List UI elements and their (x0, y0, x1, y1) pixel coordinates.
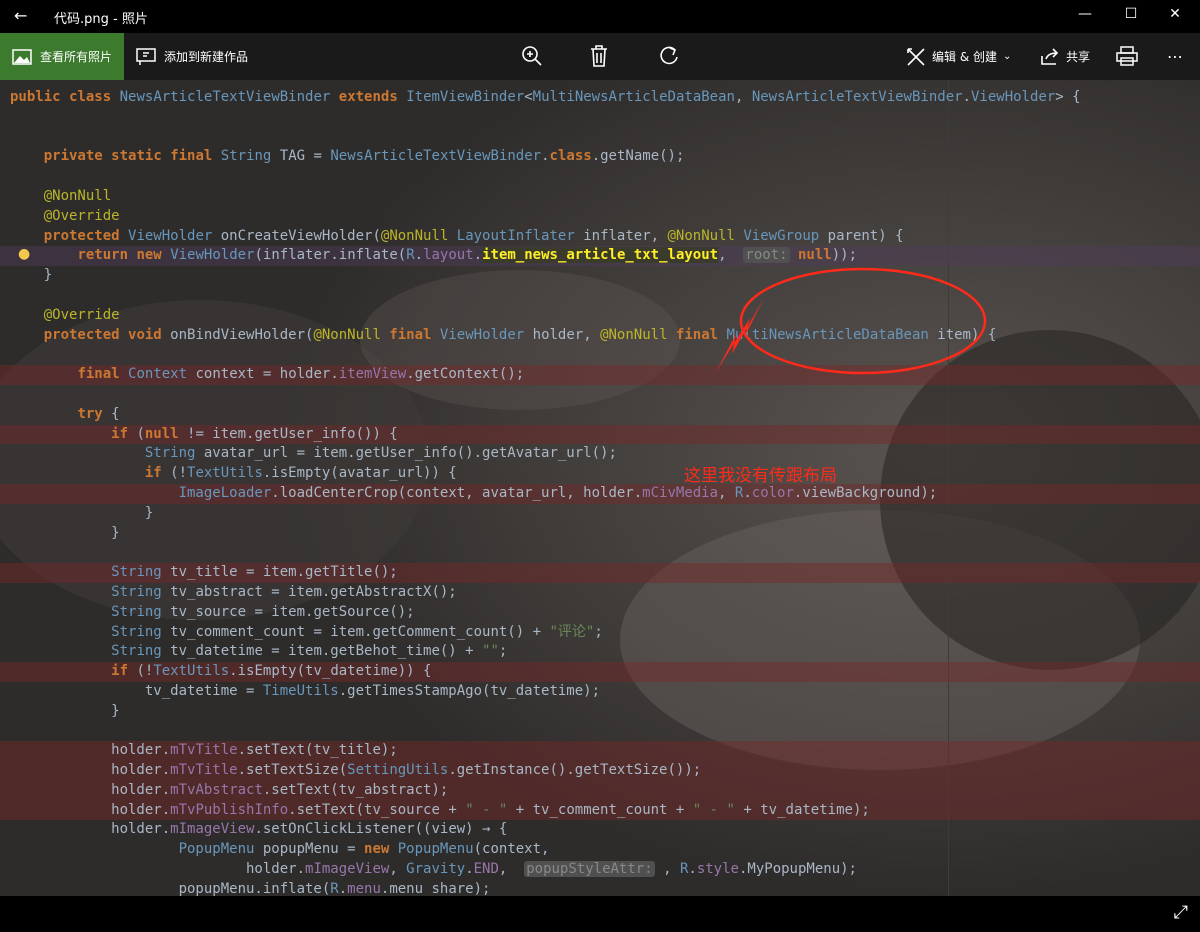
edit-tools-icon (907, 47, 925, 66)
code-line: protected void onBindViewHolder(@NonNull… (43, 326, 997, 343)
code-block: public class NewsArticleTextViewBinder e… (0, 88, 1200, 896)
code-line: String avatar_url = item.getUser_info().… (144, 445, 617, 462)
lightbulb-icon: ● (18, 246, 31, 262)
rotate-icon[interactable] (656, 43, 682, 69)
annotation-note: 这里我没有传跟布局 (684, 466, 837, 486)
code-line: try { (77, 405, 120, 422)
code-line: } (10, 267, 53, 284)
code-line: final Context context = holder.itemView.… (0, 365, 1200, 385)
photo-icon (12, 48, 32, 65)
edit-create-button[interactable]: 编辑 & 创建 ⌄ (906, 33, 1011, 80)
expand-icon[interactable]: ⤢ (1174, 902, 1188, 923)
code-line: String tv_datetime = item.getBehot_time(… (111, 643, 508, 660)
print-icon[interactable] (1114, 43, 1140, 69)
window-title: 代码.png - 照片 (54, 12, 148, 27)
chevron-down-icon: ⌄ (1003, 51, 1012, 62)
code-line: holder.mTvAbstract.setText(tv_abstract); (0, 780, 1200, 801)
code-line: @Override (43, 306, 120, 323)
code-line: popupMenu.inflate(R.menu.menu_share); (10, 880, 491, 896)
code-line: @Override (43, 207, 120, 224)
more-options-icon[interactable]: ⋯ (1162, 43, 1188, 69)
code-line: } (10, 702, 120, 719)
share-label: 共享 (1066, 50, 1091, 64)
code-line: ImageLoader.loadCenterCrop(context, avat… (0, 483, 1200, 504)
code-line: String tv_title = item.getTitle(); (0, 563, 1200, 583)
code-line: tv_datetime = TimeUtils.getTimesStampAgo… (10, 682, 601, 699)
delete-icon[interactable] (586, 43, 612, 69)
code-line: private static final String TAG = NewsAr… (43, 148, 685, 165)
view-all-label: 查看所有照片 (40, 50, 113, 64)
code-line: holder.mTvTitle.setText(tv_title); (0, 741, 1200, 762)
share-button[interactable]: 共享 (1040, 33, 1090, 80)
code-line: return new ViewHolder(inflater.inflate(R… (0, 246, 1200, 267)
code-line: public class NewsArticleTextViewBinder e… (10, 89, 1081, 105)
view-all-photos-button[interactable]: 查看所有照片 (0, 33, 124, 80)
code-line: holder.mTvPublishInfo.setText(tv_source … (0, 800, 1200, 821)
image-viewer[interactable]: public class NewsArticleTextViewBinder e… (0, 80, 1200, 896)
code-line: if (!TextUtils.isEmpty(tv_datetime)) { (0, 662, 1200, 682)
close-icon[interactable]: ✕ (1160, 6, 1190, 22)
code-line: if (null != item.getUser_info()) { (0, 424, 1200, 445)
add-creation-label: 添加到新建作品 (164, 50, 249, 64)
zoom-in-icon[interactable] (519, 43, 545, 69)
code-line: } (10, 524, 120, 541)
code-line: @NonNull (43, 187, 112, 204)
bottom-bar: ⤢ (0, 896, 1200, 932)
title-bar: ← 代码.png - 照片 — ☐ ✕ (0, 0, 1200, 33)
add-creation-icon (136, 47, 156, 65)
minimize-icon[interactable]: — (1070, 6, 1100, 22)
annotation-arrow (716, 298, 764, 372)
code-line: if (!TextUtils.isEmpty(avatar_url)) { (144, 465, 457, 482)
share-icon (1041, 47, 1059, 65)
code-line: holder.mImageView, Gravity.END, popupSty… (10, 861, 857, 878)
code-line: holder.mTvTitle.setTextSize(SettingUtils… (0, 761, 1200, 781)
code-line: protected ViewHolder onCreateViewHolder(… (43, 227, 904, 244)
add-to-creation-button[interactable]: 添加到新建作品 (136, 33, 248, 80)
code-line: } (10, 504, 154, 521)
code-line: PopupMenu popupMenu = new PopupMenu(cont… (178, 841, 550, 858)
edit-create-label: 编辑 & 创建 (932, 50, 997, 64)
code-line: String tv_comment_count = item.getCommen… (111, 623, 603, 640)
code-line: String tv_abstract = item.getAbstractX()… (111, 583, 457, 600)
back-arrow-icon[interactable]: ← (14, 6, 27, 25)
code-line: holder.mImageView.setOnClickListener((vi… (10, 821, 508, 838)
code-line: String tv_source = item.getSource(); (111, 603, 415, 620)
toolbar: 查看所有照片 添加到新建作品 编辑 & 创建 ⌄ 共享 ⋯ (0, 33, 1200, 80)
maximize-icon[interactable]: ☐ (1116, 6, 1146, 22)
